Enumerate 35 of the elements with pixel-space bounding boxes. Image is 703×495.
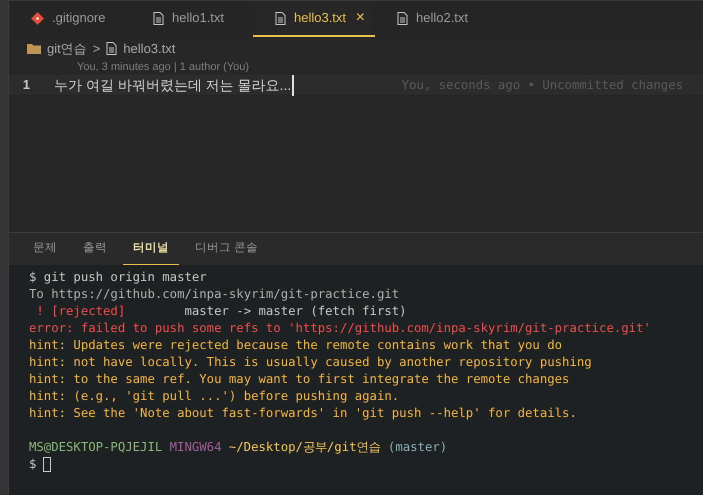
terminal-line: hint: See the 'Note about fast-forwards' in 'git push --help' for details. bbox=[29, 405, 578, 422]
prompt-text: (master) bbox=[388, 439, 448, 456]
editor-tab[interactable]: .gitignore bbox=[9, 1, 131, 37]
file-icon bbox=[153, 12, 164, 24]
line-number: 1 bbox=[22, 76, 31, 94]
file-icon bbox=[106, 42, 118, 55]
panel-tab[interactable]: 터미널 bbox=[123, 233, 179, 265]
blame-annotation[interactable]: You, 3 minutes ago | 1 author (You) bbox=[9, 59, 703, 75]
panel-tab[interactable]: 디버그 콘솔 bbox=[185, 233, 268, 265]
cursor bbox=[43, 457, 52, 472]
code-line: 누가 여길 바꿔버렸는데 저는 몰라요... bbox=[54, 74, 294, 96]
terminal-line: hint: not have locally. This is usually caused by another repository pushing bbox=[29, 354, 593, 371]
panel-tab[interactable]: 출력 bbox=[73, 233, 117, 265]
prompt-text: MINGW64 bbox=[170, 439, 222, 456]
prompt-symbol: $ bbox=[29, 456, 36, 473]
terminal-line: hint: (e.g., 'git pull ...') before pushing again. bbox=[29, 388, 400, 405]
chevron-icon: > bbox=[92, 38, 100, 58]
file-icon bbox=[397, 12, 408, 24]
prompt-text: ~/Desktop/공부/git연습 bbox=[228, 439, 381, 456]
diamond-icon bbox=[31, 12, 44, 24]
terminal-line: $ git push origin master bbox=[29, 269, 208, 286]
folder-icon bbox=[27, 43, 41, 54]
terminal-line: hint: Updates were rejected because the remote contains work that you do bbox=[29, 337, 564, 354]
prompt-text: MS@DESKTOP-PQJEJIL bbox=[29, 439, 162, 456]
breadcrumb-item[interactable]: git연습 bbox=[47, 38, 87, 58]
editor-tab[interactable]: hello1.txt bbox=[131, 1, 253, 37]
terminal-line: hint: to the same ref. You may want to first integrate the remote changes bbox=[29, 371, 570, 388]
panel-tab[interactable]: 문제 bbox=[23, 233, 67, 265]
file-icon bbox=[275, 12, 286, 24]
terminal-line: To https://github.com/inpa-skyrim/git-practice.git bbox=[29, 286, 400, 303]
editor-tab[interactable]: hello2.txt bbox=[375, 1, 497, 37]
breadcrumb-item[interactable]: hello3.txt bbox=[123, 38, 176, 58]
close-button[interactable]: × bbox=[356, 6, 365, 30]
terminal-line: error: failed to push some refs to 'https://github.com/inpa-skyrim/git-practice.git' bbox=[29, 320, 652, 337]
terminal-line: ! [rejected] master -> master (fetch first) bbox=[35, 303, 408, 320]
